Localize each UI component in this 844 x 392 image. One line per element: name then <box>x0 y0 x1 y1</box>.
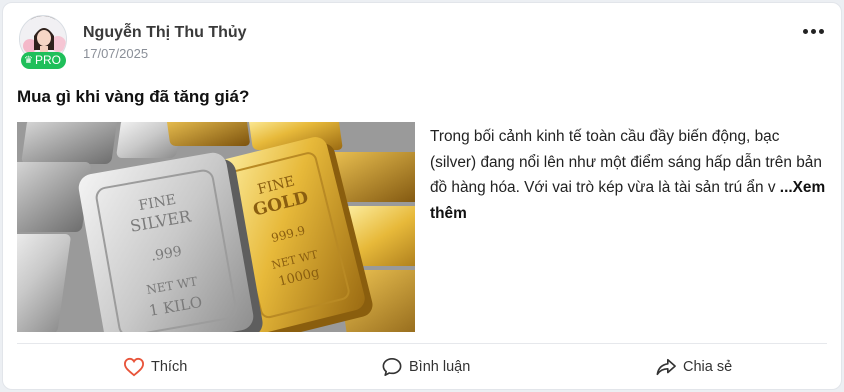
share-label: Chia sẻ <box>683 359 733 375</box>
pro-badge: ♛ PRO <box>21 52 66 69</box>
author-name[interactable]: Nguyễn Thị Thu Thủy <box>83 24 247 42</box>
post-title[interactable]: Mua gì khi vàng đã tăng giá? <box>17 87 249 107</box>
post-excerpt-text: Trong bối cảnh kinh tế toàn cầu đầy biến… <box>430 128 822 196</box>
author-avatar[interactable]: ♛ PRO <box>17 15 69 71</box>
post-excerpt: Trong bối cảnh kinh tế toàn cầu đầy biến… <box>430 124 828 226</box>
share-button[interactable]: Chia sẻ <box>655 344 732 390</box>
crown-icon: ♛ <box>24 55 33 66</box>
pro-badge-label: PRO <box>34 53 61 67</box>
share-icon <box>656 358 676 376</box>
comment-icon <box>382 358 402 376</box>
post-card: ♛ PRO Nguyễn Thị Thu Thủy 17/07/2025 Mua… <box>2 2 842 390</box>
post-header: ♛ PRO Nguyễn Thị Thu Thủy 17/07/2025 <box>17 15 829 71</box>
like-button[interactable]: Thích <box>123 344 187 390</box>
post-date: 17/07/2025 <box>83 46 149 61</box>
silver-gold-bars-image: FINE GOLD 999.9 NET WT 1000g FINE SILVER… <box>17 122 415 332</box>
post-image[interactable]: FINE GOLD 999.9 NET WT 1000g FINE SILVER… <box>17 122 415 332</box>
comment-button[interactable]: Bình luận <box>381 344 470 390</box>
dot <box>818 28 824 34</box>
comment-label: Bình luận <box>409 359 471 375</box>
more-dots-icon[interactable] <box>799 21 827 41</box>
post-actions: Thích Bình luận Chia sẻ <box>17 344 829 390</box>
dot <box>810 28 816 34</box>
heart-icon <box>123 357 145 377</box>
like-label: Thích <box>151 359 188 375</box>
dot <box>802 28 808 34</box>
